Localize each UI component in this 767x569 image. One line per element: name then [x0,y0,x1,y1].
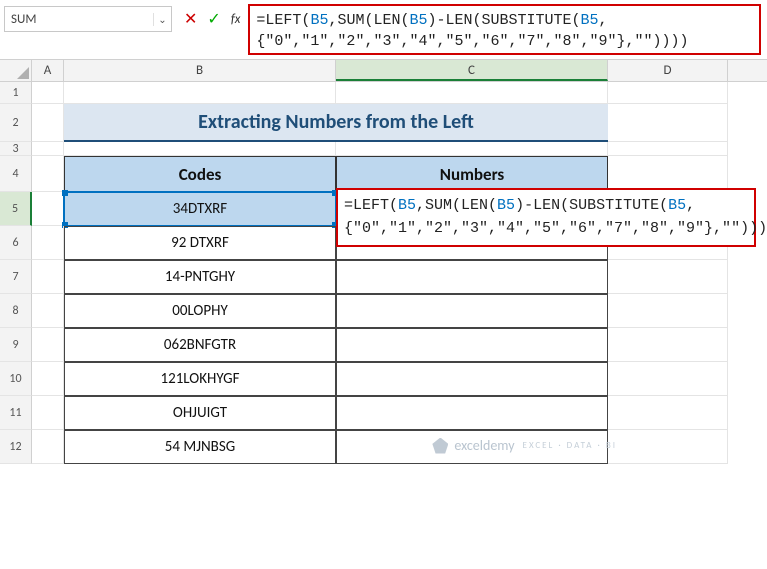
inline-formula-editor[interactable]: =LEFT(B5,SUM(LEN(B5)-LEN(SUBSTITUTE(B5,{… [336,188,756,247]
row-header-9[interactable]: 9 [0,328,32,362]
title-cell[interactable]: Extracting Numbers from the Left [64,104,608,142]
row-header-3[interactable]: 3 [0,142,32,156]
cell-A6[interactable] [32,226,64,260]
fx-icon[interactable]: fx [231,12,241,27]
cell-C3[interactable] [336,142,608,156]
cell-D11[interactable] [608,396,728,430]
cell-B11[interactable]: OHJUIGT [64,396,336,430]
watermark: exceldemy EXCEL · DATA · BI [432,437,617,454]
row-header-7[interactable]: 7 [0,260,32,294]
row-10: 10 121LOKHYGF [0,362,767,396]
cell-A8[interactable] [32,294,64,328]
row-1: 1 [0,82,767,104]
cell-C7[interactable] [336,260,608,294]
header-numbers[interactable]: Numbers [336,156,608,192]
row-11: 11 OHJUIGT [0,396,767,430]
row-header-4[interactable]: 4 [0,156,32,192]
row-4: 4 Codes Numbers [0,156,767,192]
cell-D1[interactable] [608,82,728,104]
cell-C10[interactable] [336,362,608,396]
row-7: 7 14-PNTGHY [0,260,767,294]
cancel-icon[interactable]: ✕ [184,9,197,29]
cell-B5-value: 34DTXRF [173,200,227,218]
grid: 1 2 Extracting Numbers from the Left 3 4… [0,82,767,464]
select-all-corner[interactable] [0,60,32,81]
row-12: 12 54 MJNBSG [0,430,767,464]
watermark-text: exceldemy [454,437,514,454]
formula-bar[interactable]: =LEFT(B5,SUM(LEN(B5)-LEN(SUBSTITUTE(B5,{… [248,4,761,55]
cell-C9[interactable] [336,328,608,362]
row-2: 2 Extracting Numbers from the Left [0,104,767,142]
row-header-5[interactable]: 5 [0,192,32,226]
cell-D7[interactable] [608,260,728,294]
row-header-2[interactable]: 2 [0,104,32,142]
row-header-11[interactable]: 11 [0,396,32,430]
name-box-wrap[interactable]: SUM ⌄ [4,6,172,32]
cell-A2[interactable] [32,104,64,142]
cell-B12[interactable]: 54 MJNBSG [64,430,336,464]
cell-B9[interactable]: 062BNFGTR [64,328,336,362]
row-3: 3 [0,142,767,156]
cell-D12[interactable] [608,430,728,464]
col-header-D[interactable]: D [608,60,728,81]
formula-row: SUM ⌄ ✕ ✓ fx =LEFT(B5,SUM(LEN(B5)-LEN(SU… [0,0,767,60]
cell-B3[interactable] [64,142,336,156]
cell-D4[interactable] [608,156,728,192]
cell-D3[interactable] [608,142,728,156]
cell-A5[interactable] [32,192,64,226]
cell-C11[interactable] [336,396,608,430]
cell-A3[interactable] [32,142,64,156]
cell-D2[interactable] [608,104,728,142]
cell-B6[interactable]: 92 DTXRF [64,226,336,260]
cell-D8[interactable] [608,294,728,328]
column-headers: A B C D [0,60,767,82]
col-header-C[interactable]: C [336,60,608,81]
cell-A12[interactable] [32,430,64,464]
cell-A11[interactable] [32,396,64,430]
cell-A9[interactable] [32,328,64,362]
cell-D10[interactable] [608,362,728,396]
cell-C1[interactable] [336,82,608,104]
row-8: 8 00LOPHY [0,294,767,328]
header-codes[interactable]: Codes [64,156,336,192]
watermark-icon [432,438,448,454]
cell-B7[interactable]: 14-PNTGHY [64,260,336,294]
row-header-10[interactable]: 10 [0,362,32,396]
watermark-sub: EXCEL · DATA · BI [523,440,617,451]
cell-B10[interactable]: 121LOKHYGF [64,362,336,396]
cell-A7[interactable] [32,260,64,294]
cell-B5[interactable]: 34DTXRF [64,192,336,226]
row-header-8[interactable]: 8 [0,294,32,328]
cell-A10[interactable] [32,362,64,396]
col-header-A[interactable]: A [32,60,64,81]
cell-A4[interactable] [32,156,64,192]
row-header-12[interactable]: 12 [0,430,32,464]
col-header-B[interactable]: B [64,60,336,81]
cell-D9[interactable] [608,328,728,362]
cell-A1[interactable] [32,82,64,104]
row-header-6[interactable]: 6 [0,226,32,260]
name-box[interactable]: SUM [5,12,153,27]
cell-B1[interactable] [64,82,336,104]
cell-B8[interactable]: 00LOPHY [64,294,336,328]
enter-icon[interactable]: ✓ [207,9,220,29]
cell-C8[interactable] [336,294,608,328]
name-box-dropdown-icon[interactable]: ⌄ [153,13,171,26]
row-9: 9 062BNFGTR [0,328,767,362]
row-header-1[interactable]: 1 [0,82,32,104]
formula-bar-controls: ✕ ✓ fx [176,6,248,32]
